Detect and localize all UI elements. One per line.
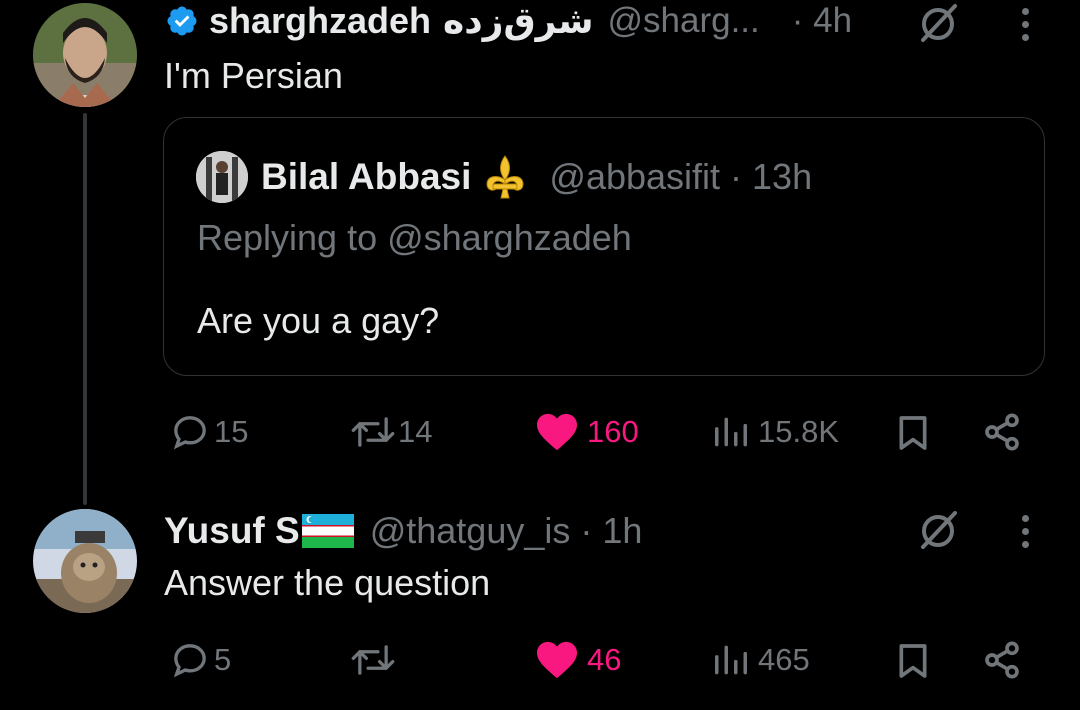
tweet2-display-name[interactable]: Yusuf S	[164, 510, 300, 552]
like-button[interactable]: 160	[535, 412, 639, 452]
avatar-image	[33, 3, 137, 107]
share-icon[interactable]	[982, 640, 1022, 680]
tweet1-handle[interactable]: @sharg...	[607, 1, 759, 41]
tweet2-more-icon[interactable]	[1022, 515, 1030, 554]
avatar-yusuf[interactable]	[33, 509, 137, 613]
reply-button[interactable]: 5	[170, 640, 231, 680]
tweet1-more-icon[interactable]	[1022, 8, 1030, 47]
views-count: 15.8K	[758, 414, 840, 449]
quote-header: Bilal Abbasi @abbasifit · 13h	[261, 153, 812, 201]
tweet2-handle[interactable]: @thatguy_is	[370, 510, 571, 552]
fleur-de-lis-icon	[486, 155, 524, 199]
reply-icon	[173, 416, 206, 450]
quote-time[interactable]: · 13h	[730, 156, 812, 198]
like-count: 46	[587, 642, 622, 677]
bookmark-icon[interactable]	[893, 412, 933, 454]
quote-replying-to[interactable]: Replying to @sharghzadeh	[197, 217, 632, 259]
repost-button[interactable]	[350, 640, 398, 680]
reply-count: 5	[214, 642, 232, 677]
like-button[interactable]: 46	[535, 640, 621, 680]
quote-handle[interactable]: @abbasifit	[549, 156, 720, 198]
bookmark-icon[interactable]	[893, 640, 933, 682]
uzbekistan-flag-icon	[301, 514, 354, 548]
quote-display-name[interactable]: Bilal Abbasi	[261, 156, 471, 198]
reply-button[interactable]: 15	[170, 412, 248, 452]
views-button[interactable]: 465	[712, 640, 810, 680]
tweet1-time[interactable]: · 4h	[792, 1, 852, 41]
repost-button[interactable]: 14	[350, 412, 432, 452]
views-count: 465	[758, 642, 810, 677]
views-button[interactable]: 15.8K	[712, 412, 839, 452]
repost-count: 14	[398, 414, 433, 449]
avatar-sharghzadeh[interactable]	[33, 3, 137, 107]
share-icon[interactable]	[982, 412, 1022, 452]
like-count: 160	[587, 414, 639, 449]
tweet2-header: Yusuf S @thatguy_is · 1h	[164, 506, 642, 556]
avatar-image	[33, 509, 137, 613]
repost-icon	[351, 645, 395, 675]
grok-icon[interactable]	[917, 509, 959, 551]
reply-icon	[173, 644, 206, 678]
tweet1-display-name[interactable]: sharghzadeh	[209, 0, 431, 42]
grok-icon[interactable]	[917, 2, 959, 44]
avatar-image	[196, 151, 248, 203]
quote-text: Are you a gay?	[197, 300, 440, 341]
reply-count: 15	[214, 414, 249, 449]
repost-icon	[351, 417, 395, 447]
tweet2-text: Answer the question	[164, 562, 491, 603]
tweet1-rtl-name[interactable]: شرق‌زده	[443, 0, 593, 42]
like-icon	[537, 413, 577, 451]
avatar-bilal[interactable]	[196, 151, 248, 203]
verified-badge-icon	[167, 6, 197, 36]
like-icon	[537, 641, 577, 679]
views-icon	[715, 645, 747, 675]
tweet2-time[interactable]: · 1h	[580, 510, 642, 552]
thread-line	[83, 113, 87, 505]
views-icon	[715, 417, 747, 447]
tweet1-text: I'm Persian	[164, 55, 343, 96]
tweet1-header: sharghzadeh شرق‌زده @sharg... · 4h	[165, 0, 852, 44]
